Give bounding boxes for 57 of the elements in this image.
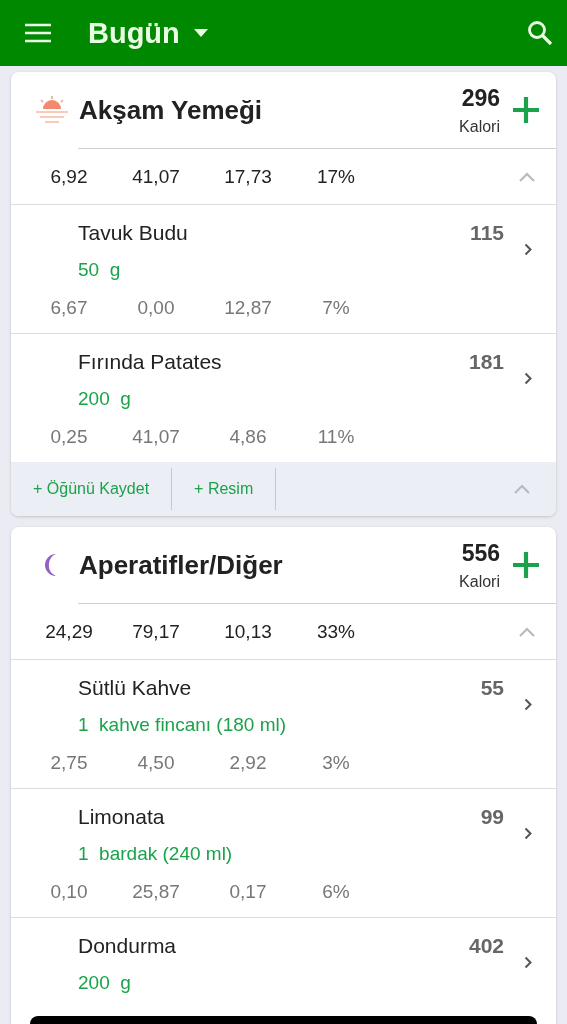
- nutrient-value: 11%: [317, 426, 355, 448]
- meal-title: Aperatifler/Diğer: [79, 549, 284, 581]
- nutrient-value: 2,92: [229, 752, 267, 774]
- nutrient-value: 0,17: [229, 881, 267, 903]
- meal-total-value: 17%: [317, 165, 355, 188]
- nutrient-value: 0,00: [137, 297, 175, 319]
- meal-total-value: 10,13: [224, 620, 272, 643]
- meal-total-value: 17,73: [224, 165, 272, 188]
- calorie-label: Kalori: [459, 572, 500, 591]
- food-name[interactable]: Dondurma: [78, 934, 469, 958]
- nutrient-value: 6%: [322, 881, 350, 903]
- calorie-total: 556: [461, 539, 500, 567]
- food-calories: 181: [468, 350, 504, 374]
- nutrient-value: 4,86: [229, 426, 267, 448]
- food-amount: 200 g: [78, 388, 132, 410]
- menu-icon[interactable]: [24, 23, 52, 43]
- nutrient-value: 4,50: [137, 752, 175, 774]
- food-calories: 402: [468, 934, 504, 958]
- search-icon[interactable]: [527, 20, 553, 46]
- calorie-label: Kalori: [459, 117, 500, 136]
- nutrient-value: 0,25: [50, 426, 88, 448]
- food-name[interactable]: Sütlü Kahve: [78, 676, 481, 700]
- sunset-icon: [35, 95, 69, 125]
- food-amount: 1 kahve fincanı (180 ml): [78, 714, 288, 736]
- nutrient-value: 41,07: [132, 426, 180, 448]
- food-amount: 200 g: [78, 972, 132, 994]
- food-name[interactable]: Limonata: [78, 805, 481, 829]
- nutrient-value: 6,67: [50, 297, 88, 319]
- dropdown-caret-icon[interactable]: [193, 29, 208, 37]
- nutrient-value: 7%: [322, 297, 350, 319]
- add-icon[interactable]: [512, 551, 540, 579]
- nutrient-value: 3%: [322, 752, 350, 774]
- food-calories: 99: [480, 805, 504, 829]
- chevron-right-icon[interactable]: [524, 372, 532, 385]
- calorie-total: 296: [461, 84, 500, 112]
- food-name[interactable]: Tavuk Budu: [78, 221, 471, 245]
- food-calories: 55: [480, 676, 504, 700]
- meal-title: Akşam Yemeği: [79, 94, 264, 126]
- food-amount: 1 bardak (240 ml): [78, 843, 234, 865]
- food-amount: 50 g: [78, 259, 122, 281]
- chevron-right-icon[interactable]: [524, 243, 532, 256]
- chevron-right-icon[interactable]: [524, 827, 532, 840]
- food-name[interactable]: Fırında Patates: [78, 350, 469, 374]
- meal-total-value: 79,17: [132, 620, 180, 643]
- app-title[interactable]: Bugün: [88, 16, 180, 50]
- food-calories: 115: [470, 221, 504, 245]
- nutrient-value: 2,75: [50, 752, 88, 774]
- nutrient-value: 25,87: [132, 881, 180, 903]
- chevron-right-icon[interactable]: [524, 698, 532, 711]
- nutrient-value: 0,10: [50, 881, 88, 903]
- add-icon[interactable]: [512, 96, 540, 124]
- chevron-right-icon[interactable]: [524, 956, 532, 969]
- meal-total-value: 41,07: [132, 165, 180, 188]
- meal-total-value: 33%: [317, 620, 355, 643]
- meal-total-value: 6,92: [50, 165, 88, 188]
- nutrient-value: 12,87: [224, 297, 272, 319]
- meal-total-value: 24,29: [45, 620, 93, 643]
